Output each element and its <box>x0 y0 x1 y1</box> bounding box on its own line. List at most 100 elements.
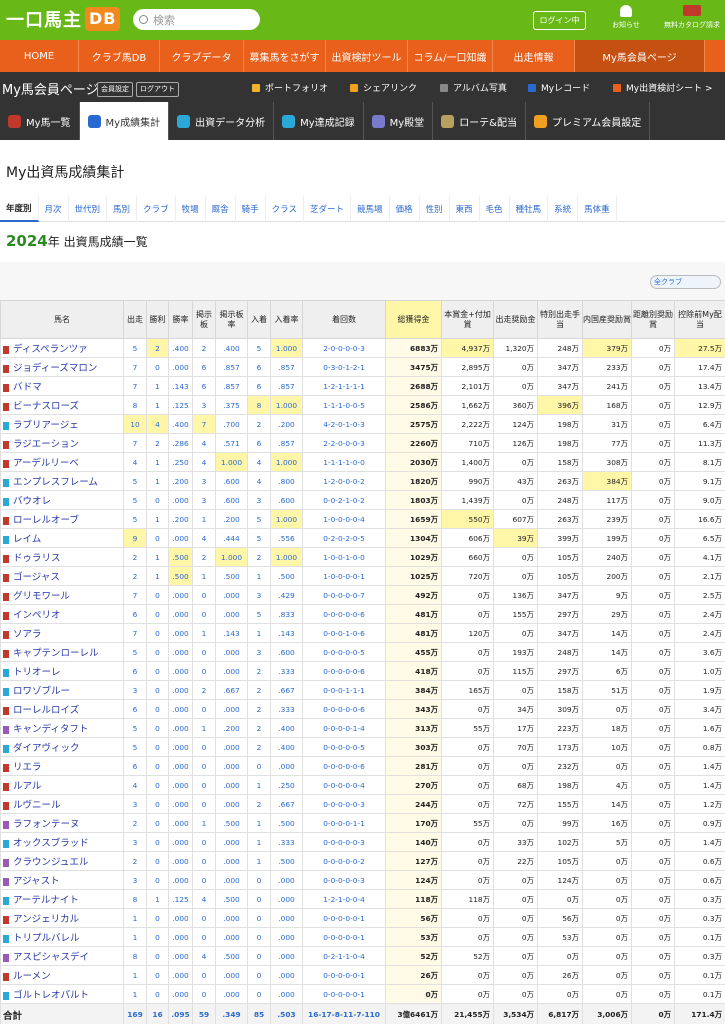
member-link-2[interactable]: アルバム写真 <box>440 81 507 94</box>
horse-name-cell[interactable]: ルーメン <box>0 965 124 985</box>
col-header-6[interactable]: 入着 <box>247 300 271 339</box>
table-row[interactable]: バウオレ 5 0.000 3.600 3.600 0-0-2-1-0-2 1803万 1,43… <box>0 490 725 510</box>
table-row[interactable]: ソアラ 7 0.000 1.143 1.143 0-0-0-1-0-6 481万 120万 0万… <box>0 623 725 643</box>
horse-name-cell[interactable]: ラジエーション <box>0 433 124 453</box>
subtab-13[interactable]: 東西 <box>450 196 480 222</box>
subtab-17[interactable]: 馬体重 <box>578 196 617 222</box>
subtab-7[interactable]: 騎手 <box>236 196 266 222</box>
col-header-5[interactable]: 掲示板率 <box>215 300 248 339</box>
horse-name-cell[interactable]: ルアル <box>0 775 124 795</box>
horse-name-cell[interactable]: ディスペランツァ <box>0 338 124 358</box>
subtab-3[interactable]: 馬別 <box>107 196 138 222</box>
col-header-10[interactable]: 本賞金+付加賞 <box>441 300 494 339</box>
subtab-10[interactable]: 競馬場 <box>351 196 390 222</box>
table-row[interactable]: アンジェリカル 1 0.000 0.000 0.000 0-0-0-0-0-1 56万 0万 0… <box>0 908 725 928</box>
horse-name-cell[interactable]: アジャスト <box>0 870 124 890</box>
table-row[interactable]: ラフォンテーヌ 2 0.000 1.500 1.500 0-0-0-0-1-1 170万 55… <box>0 813 725 833</box>
table-row[interactable]: ルヴニール 3 0.000 0.000 2.667 0-0-0-0-0-3 244万 0万 72… <box>0 794 725 814</box>
horse-name-cell[interactable]: ローレルロイズ <box>0 699 124 719</box>
col-header-8[interactable]: 着回数 <box>302 300 386 339</box>
horse-name-cell[interactable]: バドマ <box>0 376 124 396</box>
horse-name-cell[interactable]: ラフォンテーヌ <box>0 813 124 833</box>
table-row[interactable]: ジョディーズマロン 7 0.000 6.857 6.857 0-3-0-1-2-1 3475… <box>0 357 725 377</box>
horse-name-cell[interactable]: ジョディーズマロン <box>0 357 124 377</box>
catalog-button[interactable]: 無料カタログ請求 <box>662 5 722 30</box>
col-header-3[interactable]: 勝率 <box>168 300 193 339</box>
member-link-1[interactable]: シェアリンク <box>350 81 417 94</box>
horse-name-cell[interactable]: ビーナスローズ <box>0 395 124 415</box>
subtab-16[interactable]: 系統 <box>548 196 579 222</box>
col-header-2[interactable]: 勝利 <box>146 300 169 339</box>
table-row[interactable]: アジャスト 3 0.000 0.000 0.000 0-0-0-0-0-3 124万 0万 0万… <box>0 870 725 890</box>
gnav-item-1[interactable]: クラブ馬DB <box>79 40 160 72</box>
horse-name-cell[interactable]: ゴージャス <box>0 566 124 586</box>
gnav-item-4[interactable]: 出資検討ツール <box>326 40 408 72</box>
horse-name-cell[interactable]: グリモワール <box>0 585 124 605</box>
table-row[interactable]: リエラ 6 0.000 0.000 0.000 0-0-0-0-0-6 281万 0万 0万 23… <box>0 756 725 776</box>
member-tab-1[interactable]: My成績集計 <box>79 102 170 140</box>
col-header-1[interactable]: 出走 <box>123 300 147 339</box>
table-row[interactable]: アーテルナイト 8 1.125 4.500 0.000 1-2-1-0-0-4 118万 11… <box>0 889 725 909</box>
col-header-14[interactable]: 距離別奨励賞 <box>631 300 675 339</box>
table-row[interactable]: ゴルトレオパルト 1 0.000 0.000 0.000 0-0-0-0-0-1 0万 0万 0… <box>0 984 725 1004</box>
horse-name-cell[interactable]: ロワゾブルー <box>0 680 124 700</box>
table-row[interactable]: エンプレスフレーム 5 1.200 3.600 4.800 1-2-0-0-0-2 1820… <box>0 471 725 491</box>
subtab-1[interactable]: 月次 <box>39 196 69 222</box>
gnav-item-2[interactable]: クラブデータ <box>160 40 244 72</box>
table-row[interactable]: クラウンジュエル 2 0.000 0.000 1.500 0-0-0-0-0-2 127万 0… <box>0 851 725 871</box>
horse-name-cell[interactable]: キャンディタフト <box>0 718 124 738</box>
gnav-item-7[interactable]: My馬会員ページ <box>575 40 705 72</box>
table-row[interactable]: ラブリアージェ 10 4.400 7.700 2.200 4-2-0-1-0-3 2575万… <box>0 414 725 434</box>
horse-name-cell[interactable]: ルヴニール <box>0 794 124 814</box>
table-row[interactable]: ラジエーション 7 2.286 4.571 6.857 2-2-0-0-0-3 2260万 7… <box>0 433 725 453</box>
table-row[interactable]: ディスペランツァ 5 2.400 2.400 5 1.000 2-0-0-0-0-3 6883… <box>0 338 725 358</box>
table-row[interactable]: インペリオ 6 0.000 0.000 5.833 0-0-0-0-0-6 481万 0万 15… <box>0 604 725 624</box>
subtab-11[interactable]: 価格 <box>390 196 420 222</box>
member-tab-2[interactable]: 出資データ分析 <box>169 102 275 140</box>
col-header-9[interactable]: 総獲得金 <box>385 300 442 339</box>
member-link-4[interactable]: My出資検討シート > <box>613 81 713 94</box>
horse-name-cell[interactable]: アーデルリーベ <box>0 452 124 472</box>
gnav-item-0[interactable]: HOME <box>0 40 79 72</box>
subtab-2[interactable]: 世代別 <box>69 196 108 222</box>
gnav-item-6[interactable]: 出走情報 <box>493 40 575 72</box>
member-link-3[interactable]: Myレコード <box>528 81 590 94</box>
member-link-0[interactable]: ポートフォリオ <box>252 81 328 94</box>
search-input[interactable]: 検索 <box>133 9 260 30</box>
horse-name-cell[interactable]: ドゥラリス <box>0 547 124 567</box>
horse-name-cell[interactable]: インペリオ <box>0 604 124 624</box>
club-select[interactable]: 全クラブ <box>650 275 721 289</box>
table-row[interactable]: バドマ 7 1.143 6.857 6.857 1-2-1-1-1-1 2688万 2,101… <box>0 376 725 396</box>
notice-button[interactable]: お知らせ <box>606 5 646 30</box>
login-status-button[interactable]: ログイン中 <box>533 11 586 30</box>
col-header-13[interactable]: 内国産奨励賞 <box>582 300 632 339</box>
horse-name-cell[interactable]: アスピシャスデイ <box>0 946 124 966</box>
member-tab-6[interactable]: プレミアム会員設定 <box>526 102 651 140</box>
table-row[interactable]: トリオーレ 6 0.000 0.000 2.333 0-0-0-0-0-6 418万 0万 11… <box>0 661 725 681</box>
horse-name-cell[interactable]: ローレルオーブ <box>0 509 124 529</box>
col-header-11[interactable]: 出走奨励金 <box>493 300 538 339</box>
subtab-4[interactable]: クラブ <box>137 196 176 222</box>
horse-name-cell[interactable]: キャプテンローレル <box>0 642 124 662</box>
subtab-0[interactable]: 年度別 <box>0 196 39 222</box>
member-tab-0[interactable]: My馬一覧 <box>0 102 80 140</box>
table-row[interactable]: ドゥラリス 2 1.500 2 1.000 2 1.000 1-0-0-1-0-0 1029万 6… <box>0 547 725 567</box>
table-row[interactable]: キャプテンローレル 5 0.000 0.000 3.600 0-0-0-0-0-5 455万… <box>0 642 725 662</box>
horse-name-cell[interactable]: アーテルナイト <box>0 889 124 909</box>
horse-name-cell[interactable]: アンジェリカル <box>0 908 124 928</box>
subtab-14[interactable]: 毛色 <box>480 196 510 222</box>
col-header-4[interactable]: 掲示板 <box>192 300 216 339</box>
member-tab-5[interactable]: ローテ&配当 <box>433 102 526 140</box>
gnav-item-5[interactable]: コラム/一口知識 <box>408 40 493 72</box>
table-row[interactable]: ロワゾブルー 3 0.000 2.667 2.667 0-0-0-1-1-1 384万 165… <box>0 680 725 700</box>
horse-name-cell[interactable]: トリオーレ <box>0 661 124 681</box>
horse-name-cell[interactable]: ダイアヴィック <box>0 737 124 757</box>
subtab-8[interactable]: クラス <box>266 196 304 222</box>
horse-name-cell[interactable]: ソアラ <box>0 623 124 643</box>
table-row[interactable]: オックスブラッド 3 0.000 0.000 1.333 0-0-0-0-0-3 140万 0… <box>0 832 725 852</box>
horse-name-cell[interactable]: ラブリアージェ <box>0 414 124 434</box>
table-row[interactable]: ルアル 4 0.000 0.000 1.250 0-0-0-0-0-4 270万 0万 68万 1… <box>0 775 725 795</box>
member-tab-4[interactable]: My殿堂 <box>364 102 434 140</box>
horse-name-cell[interactable]: レイム <box>0 528 124 548</box>
table-row[interactable]: グリモワール 7 0.000 0.000 3.429 0-0-0-0-0-7 492万 0万 1… <box>0 585 725 605</box>
